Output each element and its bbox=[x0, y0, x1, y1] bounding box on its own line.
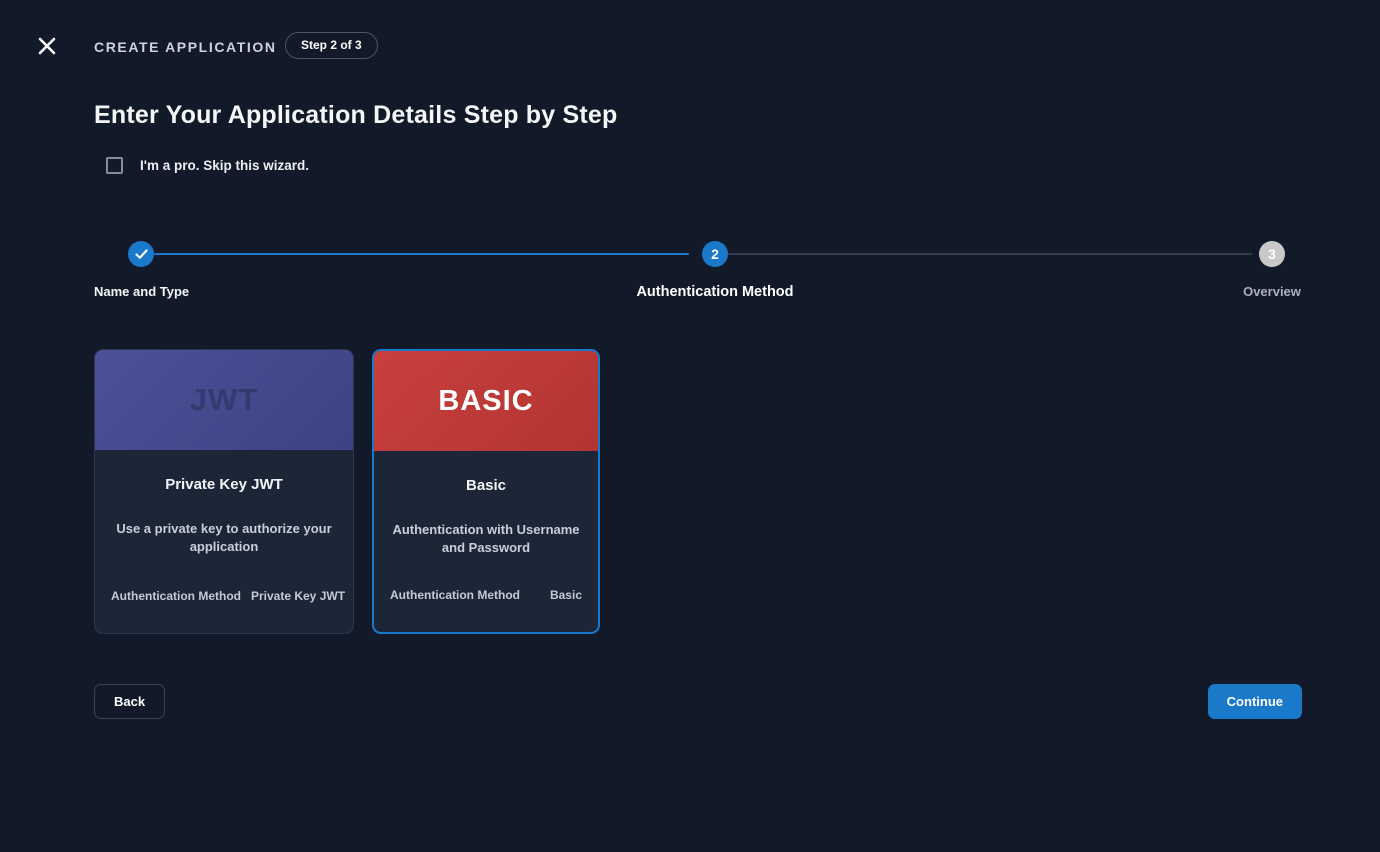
skip-wizard-label: I'm a pro. Skip this wizard. bbox=[140, 158, 309, 173]
basic-card-meta: Authentication Method Basic bbox=[390, 588, 582, 602]
step-2-label: Authentication Method bbox=[636, 284, 793, 300]
app-title: CREATE APPLICATION bbox=[94, 39, 277, 55]
auth-method-card-private-key-jwt[interactable]: JWT Private Key JWT Use a private key to… bbox=[94, 349, 354, 634]
basic-card-description: Authentication with Username and Passwor… bbox=[390, 521, 582, 556]
step-connector-2-3 bbox=[728, 253, 1252, 255]
basic-card-banner: BASIC bbox=[374, 351, 598, 451]
basic-card-title: Basic bbox=[466, 477, 506, 494]
basic-card-meta-label: Authentication Method bbox=[390, 588, 520, 602]
jwt-card-description: Use a private key to authorize your appl… bbox=[111, 520, 337, 555]
page-title: Enter Your Application Details Step by S… bbox=[94, 101, 618, 130]
back-button[interactable]: Back bbox=[94, 684, 165, 719]
jwt-card-banner: JWT bbox=[95, 350, 353, 450]
wizard-stepper: 2 3 Name and Type Authentication Method … bbox=[94, 241, 1302, 311]
basic-card-body: Basic Authentication with Username and P… bbox=[374, 451, 598, 632]
jwt-card-body: Private Key JWT Use a private key to aut… bbox=[95, 450, 353, 633]
check-icon bbox=[135, 249, 148, 260]
step-3-label: Overview bbox=[1243, 284, 1301, 299]
basic-card-meta-value: Basic bbox=[550, 588, 582, 602]
skip-wizard-checkbox[interactable] bbox=[106, 157, 123, 174]
jwt-card-meta-value: Private Key JWT bbox=[251, 589, 345, 603]
step-3-indicator: 3 bbox=[1259, 241, 1285, 267]
skip-wizard-row[interactable]: I'm a pro. Skip this wizard. bbox=[106, 157, 309, 174]
auth-method-card-basic[interactable]: BASIC Basic Authentication with Username… bbox=[372, 349, 600, 634]
jwt-card-title: Private Key JWT bbox=[165, 476, 283, 493]
close-button[interactable] bbox=[36, 35, 58, 57]
step-2-indicator[interactable]: 2 bbox=[702, 241, 728, 267]
jwt-card-meta-label: Authentication Method bbox=[111, 589, 241, 603]
jwt-card-meta: Authentication Method Private Key JWT bbox=[111, 589, 337, 603]
step-1-indicator[interactable] bbox=[128, 241, 154, 267]
step-badge: Step 2 of 3 bbox=[285, 32, 378, 59]
continue-button[interactable]: Continue bbox=[1208, 684, 1302, 719]
step-connector-1-2 bbox=[154, 253, 689, 255]
auth-method-card-list: JWT Private Key JWT Use a private key to… bbox=[94, 349, 600, 634]
step-1-label: Name and Type bbox=[94, 284, 189, 299]
close-icon bbox=[38, 37, 56, 55]
